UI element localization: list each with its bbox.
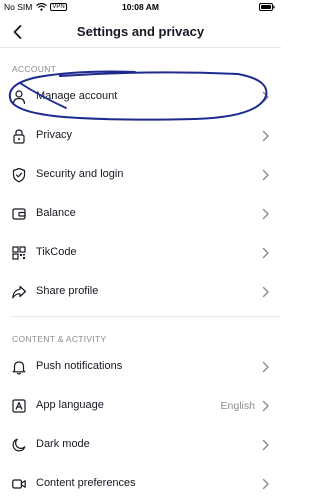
settings-item-label: Push notifications bbox=[36, 360, 123, 372]
lock-icon bbox=[13, 129, 25, 144]
chevron-right-icon bbox=[262, 169, 269, 181]
settings-item-label: Content preferences bbox=[36, 477, 136, 489]
settings-item-label: Balance bbox=[36, 207, 76, 219]
chevron-right-icon bbox=[262, 439, 269, 451]
person-icon bbox=[12, 90, 26, 105]
settings-item-label: Security and login bbox=[36, 168, 124, 180]
chevron-right-icon bbox=[262, 361, 269, 373]
settings-screen: No SIM VPN 10:08 AM Settings and privacy… bbox=[0, 0, 281, 500]
header-bar: Settings and privacy bbox=[0, 14, 281, 48]
settings-item-label: App language bbox=[36, 399, 104, 411]
chevron-right-icon bbox=[262, 130, 269, 142]
wallet-icon bbox=[12, 208, 26, 220]
settings-item-security-and-login[interactable]: Security and login bbox=[0, 156, 281, 194]
settings-item-value: English bbox=[220, 399, 255, 412]
section-header-content-activity: CONTENT & ACTIVITY bbox=[12, 334, 107, 344]
settings-item-label: Privacy bbox=[36, 129, 73, 141]
settings-item-manage-account[interactable]: Manage account bbox=[0, 78, 281, 116]
chevron-right-icon bbox=[262, 478, 269, 490]
settings-item-content-preferences[interactable]: Content preferences bbox=[0, 465, 281, 500]
status-time: 10:08 AM bbox=[121, 2, 159, 12]
chevron-right-icon bbox=[262, 286, 269, 298]
settings-item-push-notifications[interactable]: Push notifications bbox=[0, 348, 281, 386]
shield-icon bbox=[12, 167, 26, 183]
header-divider bbox=[0, 47, 281, 48]
chevron-right-icon bbox=[262, 400, 269, 412]
settings-item-tikcode[interactable]: TikCode bbox=[0, 234, 281, 272]
chevron-right-icon bbox=[262, 91, 269, 103]
settings-item-share-profile[interactable]: Share profile bbox=[0, 273, 281, 311]
settings-item-dark-mode[interactable]: Dark mode bbox=[0, 426, 281, 464]
page-title: Settings and privacy bbox=[76, 24, 205, 39]
settings-item-label: TikCode bbox=[36, 246, 77, 258]
settings-item-label: Manage account bbox=[36, 90, 118, 102]
settings-item-label: Dark mode bbox=[36, 438, 90, 450]
settings-item-balance[interactable]: Balance bbox=[0, 195, 281, 233]
chevron-right-icon bbox=[262, 208, 269, 220]
moon-icon bbox=[12, 438, 26, 452]
qr-code-icon bbox=[12, 246, 26, 260]
status-bar: No SIM VPN 10:08 AM bbox=[0, 0, 281, 14]
section-header-account: ACCOUNT bbox=[12, 64, 57, 74]
settings-item-label: Share profile bbox=[36, 285, 99, 297]
battery-icon bbox=[259, 3, 275, 11]
video-icon bbox=[12, 479, 26, 489]
settings-item-app-language[interactable]: App language English bbox=[0, 387, 281, 425]
chevron-right-icon bbox=[262, 247, 269, 259]
language-icon bbox=[12, 399, 26, 413]
bell-icon bbox=[12, 361, 26, 375]
settings-item-privacy[interactable]: Privacy bbox=[0, 117, 281, 155]
section-divider bbox=[12, 316, 281, 317]
share-icon bbox=[12, 285, 27, 299]
